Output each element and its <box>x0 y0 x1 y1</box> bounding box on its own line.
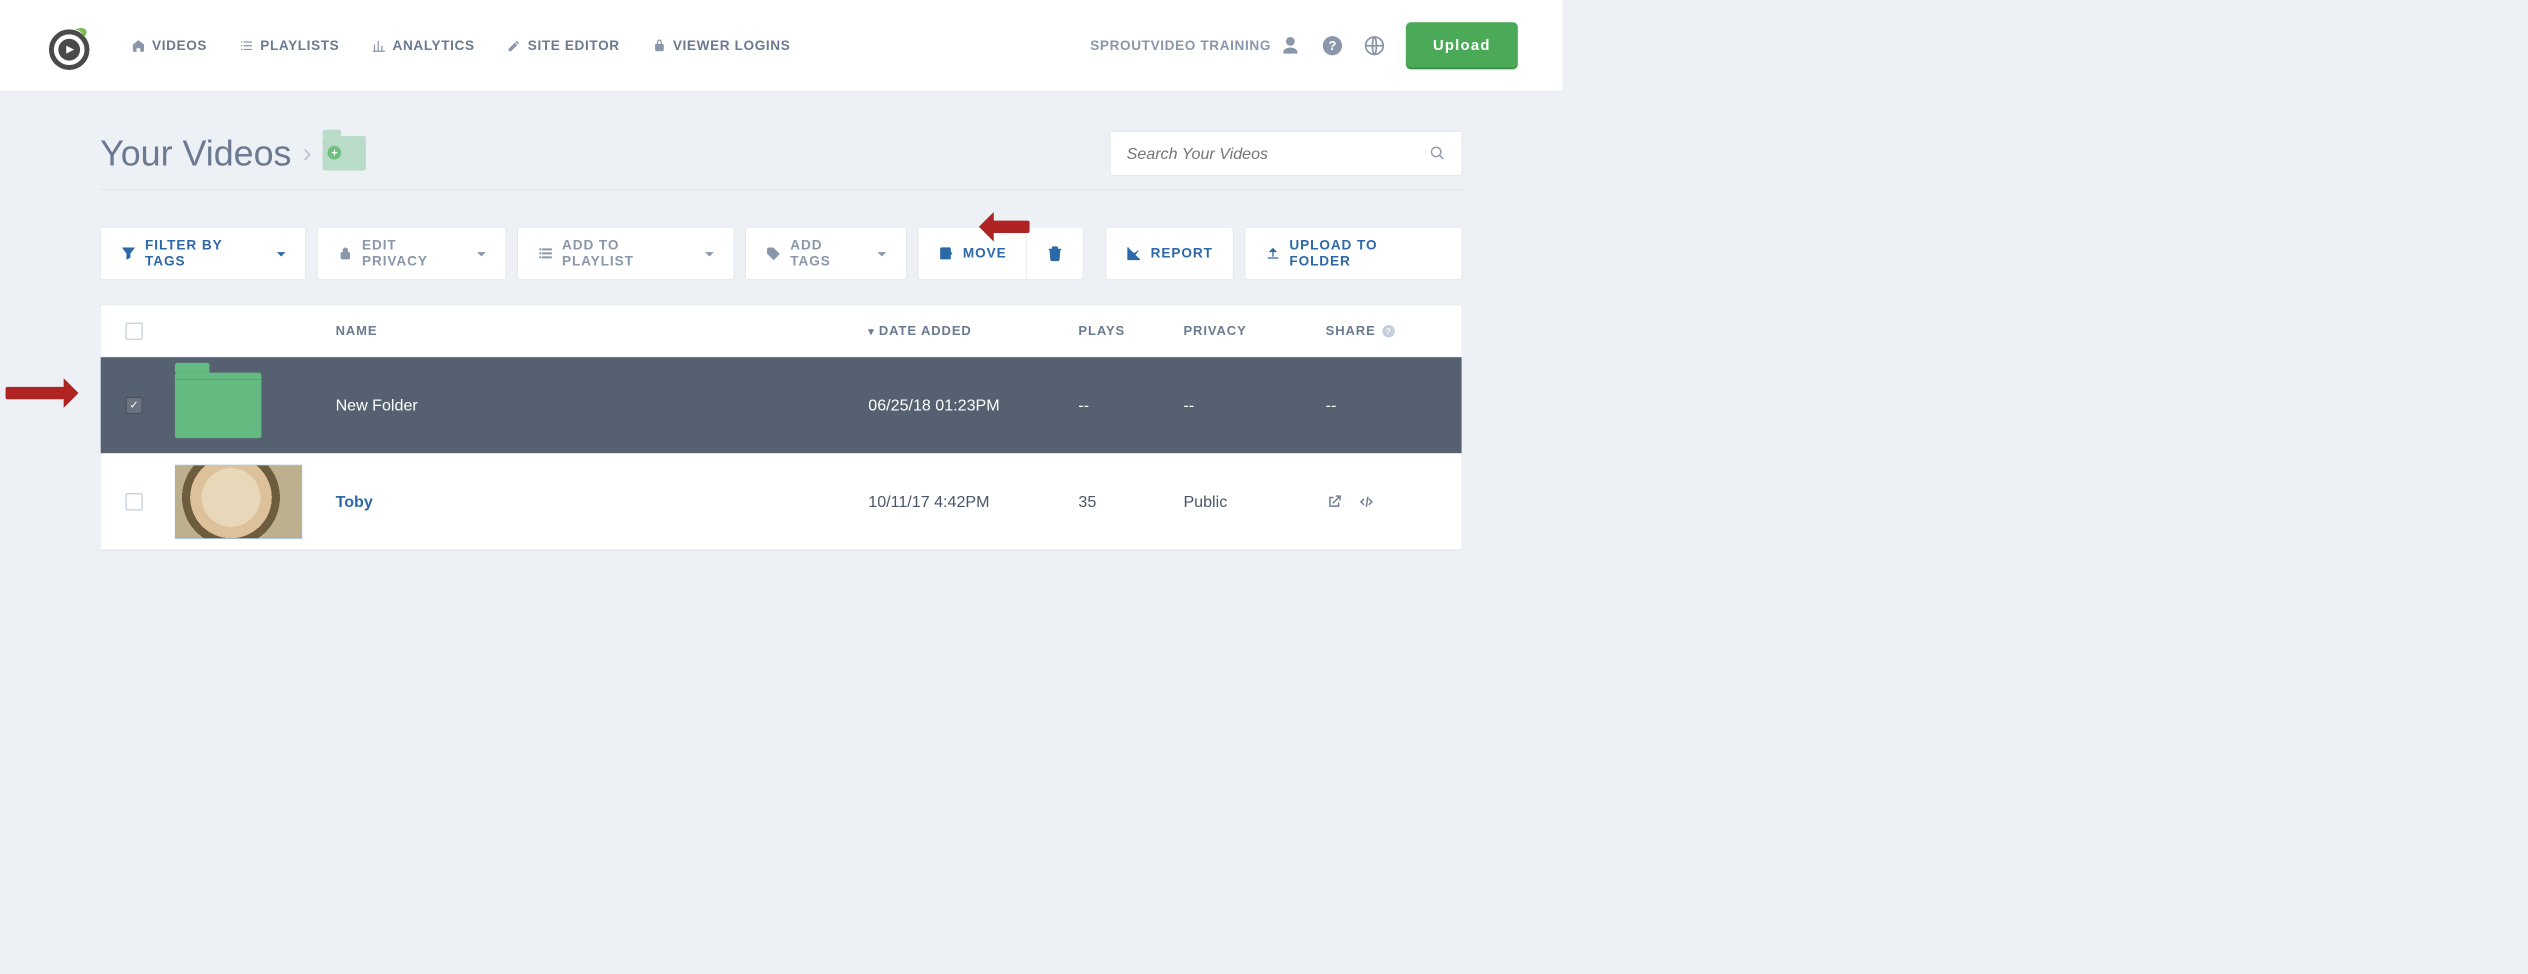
row-plays: -- <box>1078 396 1183 415</box>
select-all-checkbox[interactable] <box>125 322 142 339</box>
account-menu[interactable]: SproutVideo Training <box>1090 35 1300 56</box>
search-input[interactable] <box>1127 144 1430 163</box>
col-privacy[interactable]: Privacy <box>1183 324 1325 339</box>
row-privacy: -- <box>1183 396 1325 415</box>
nav-viewer-logins[interactable]: Viewer Logins <box>652 37 791 53</box>
upload-icon <box>1265 245 1281 261</box>
caret-down-icon <box>875 245 886 261</box>
user-icon <box>1280 35 1301 56</box>
report-label: Report <box>1151 245 1213 261</box>
new-folder-button[interactable]: + <box>323 136 366 171</box>
breadcrumb-chevron-icon: › <box>303 138 312 169</box>
row-share: -- <box>1326 396 1462 415</box>
tag-icon <box>766 245 782 261</box>
lock-icon <box>337 245 353 261</box>
video-thumbnail[interactable] <box>175 464 302 538</box>
page-title-text: Your Videos <box>100 133 291 174</box>
nav-viewer-logins-label: Viewer Logins <box>673 37 791 53</box>
toolbar: Filter by Tags Edit Privacy Add to Playl… <box>100 227 1462 280</box>
share-arrow-icon[interactable] <box>1326 493 1343 510</box>
nav-analytics[interactable]: Analytics <box>372 37 475 53</box>
nav-videos-label: Videos <box>152 37 207 53</box>
filter-tags-label: Filter by Tags <box>145 237 266 269</box>
move-label: Move <box>963 245 1007 261</box>
col-date-added[interactable]: Date Added <box>868 324 1078 339</box>
upload-button-label: Upload <box>1433 37 1491 54</box>
filter-icon <box>121 245 137 261</box>
add-tags-button[interactable]: Add Tags <box>745 227 906 280</box>
plus-icon: + <box>328 146 342 160</box>
embed-icon[interactable] <box>1358 493 1375 510</box>
nav-analytics-label: Analytics <box>393 37 475 53</box>
col-share[interactable]: Share <box>1326 324 1376 339</box>
row-checkbox[interactable] <box>125 493 142 510</box>
move-button[interactable]: Move <box>918 227 1027 280</box>
brand-logo[interactable] <box>44 21 93 70</box>
table-row[interactable]: Toby 10/11/17 4:42PM 35 Public <box>101 454 1462 550</box>
globe-icon <box>1364 35 1385 56</box>
search-icon[interactable] <box>1429 145 1445 161</box>
help-icon[interactable]: ? <box>1382 324 1396 338</box>
caret-down-icon <box>703 245 714 261</box>
row-checkbox[interactable] <box>125 396 142 413</box>
move-icon <box>938 245 954 261</box>
videos-table: Name Date Added Plays Privacy Share ? Ne… <box>100 305 1462 551</box>
annotation-arrow-icon <box>6 378 94 408</box>
nav-playlists-label: Playlists <box>260 37 339 53</box>
list-icon <box>537 245 553 261</box>
col-plays[interactable]: Plays <box>1078 324 1183 339</box>
globe-button[interactable] <box>1364 35 1385 56</box>
row-plays: 35 <box>1078 492 1183 511</box>
nav-playlists[interactable]: Playlists <box>239 37 339 53</box>
row-privacy: Public <box>1183 492 1325 511</box>
trash-icon <box>1046 244 1065 263</box>
primary-nav: Videos Playlists Analytics Site Editor V… <box>131 37 1090 53</box>
caret-down-icon <box>274 245 285 261</box>
move-delete-group: Move <box>918 227 1083 280</box>
chart-icon <box>1126 245 1142 261</box>
page-content: Your Videos › + Filter by Tags Edit Priv… <box>0 91 1562 550</box>
add-playlist-button[interactable]: Add to Playlist <box>517 227 734 280</box>
row-date: 10/11/17 4:42PM <box>868 492 1078 511</box>
report-button[interactable]: Report <box>1106 227 1234 280</box>
svg-text:?: ? <box>1328 38 1336 53</box>
filter-tags-button[interactable]: Filter by Tags <box>100 227 306 280</box>
nav-site-editor-label: Site Editor <box>528 37 620 53</box>
svg-text:?: ? <box>1386 326 1392 336</box>
nav-videos[interactable]: Videos <box>131 37 207 53</box>
row-name[interactable]: Toby <box>336 492 373 511</box>
upload-button[interactable]: Upload <box>1406 22 1518 69</box>
nav-site-editor[interactable]: Site Editor <box>507 37 620 53</box>
row-date: 06/25/18 01:23PM <box>868 396 1078 415</box>
upload-folder-label: Upload to Folder <box>1289 237 1441 269</box>
folder-icon <box>175 372 262 438</box>
title-row: Your Videos › + <box>100 131 1462 190</box>
edit-privacy-label: Edit Privacy <box>362 237 466 269</box>
table-row[interactable]: New Folder 06/25/18 01:23PM -- -- -- <box>101 357 1462 453</box>
delete-button[interactable] <box>1027 227 1083 280</box>
upload-folder-button[interactable]: Upload to Folder <box>1244 227 1462 280</box>
right-nav: SproutVideo Training ? Upload <box>1090 22 1518 69</box>
row-name[interactable]: New Folder <box>336 396 869 415</box>
account-label: SproutVideo Training <box>1090 37 1271 53</box>
row-share <box>1326 493 1462 510</box>
caret-down-icon <box>474 245 485 261</box>
page-title: Your Videos › + <box>100 133 366 174</box>
top-navbar: Videos Playlists Analytics Site Editor V… <box>0 0 1562 91</box>
edit-privacy-button[interactable]: Edit Privacy <box>317 227 506 280</box>
search-box <box>1110 131 1462 175</box>
table-header: Name Date Added Plays Privacy Share ? <box>101 305 1462 357</box>
add-tags-label: Add Tags <box>790 237 866 269</box>
col-name[interactable]: Name <box>336 324 869 339</box>
help-icon: ? <box>1322 35 1343 56</box>
add-playlist-label: Add to Playlist <box>562 237 694 269</box>
help-button[interactable]: ? <box>1322 35 1343 56</box>
